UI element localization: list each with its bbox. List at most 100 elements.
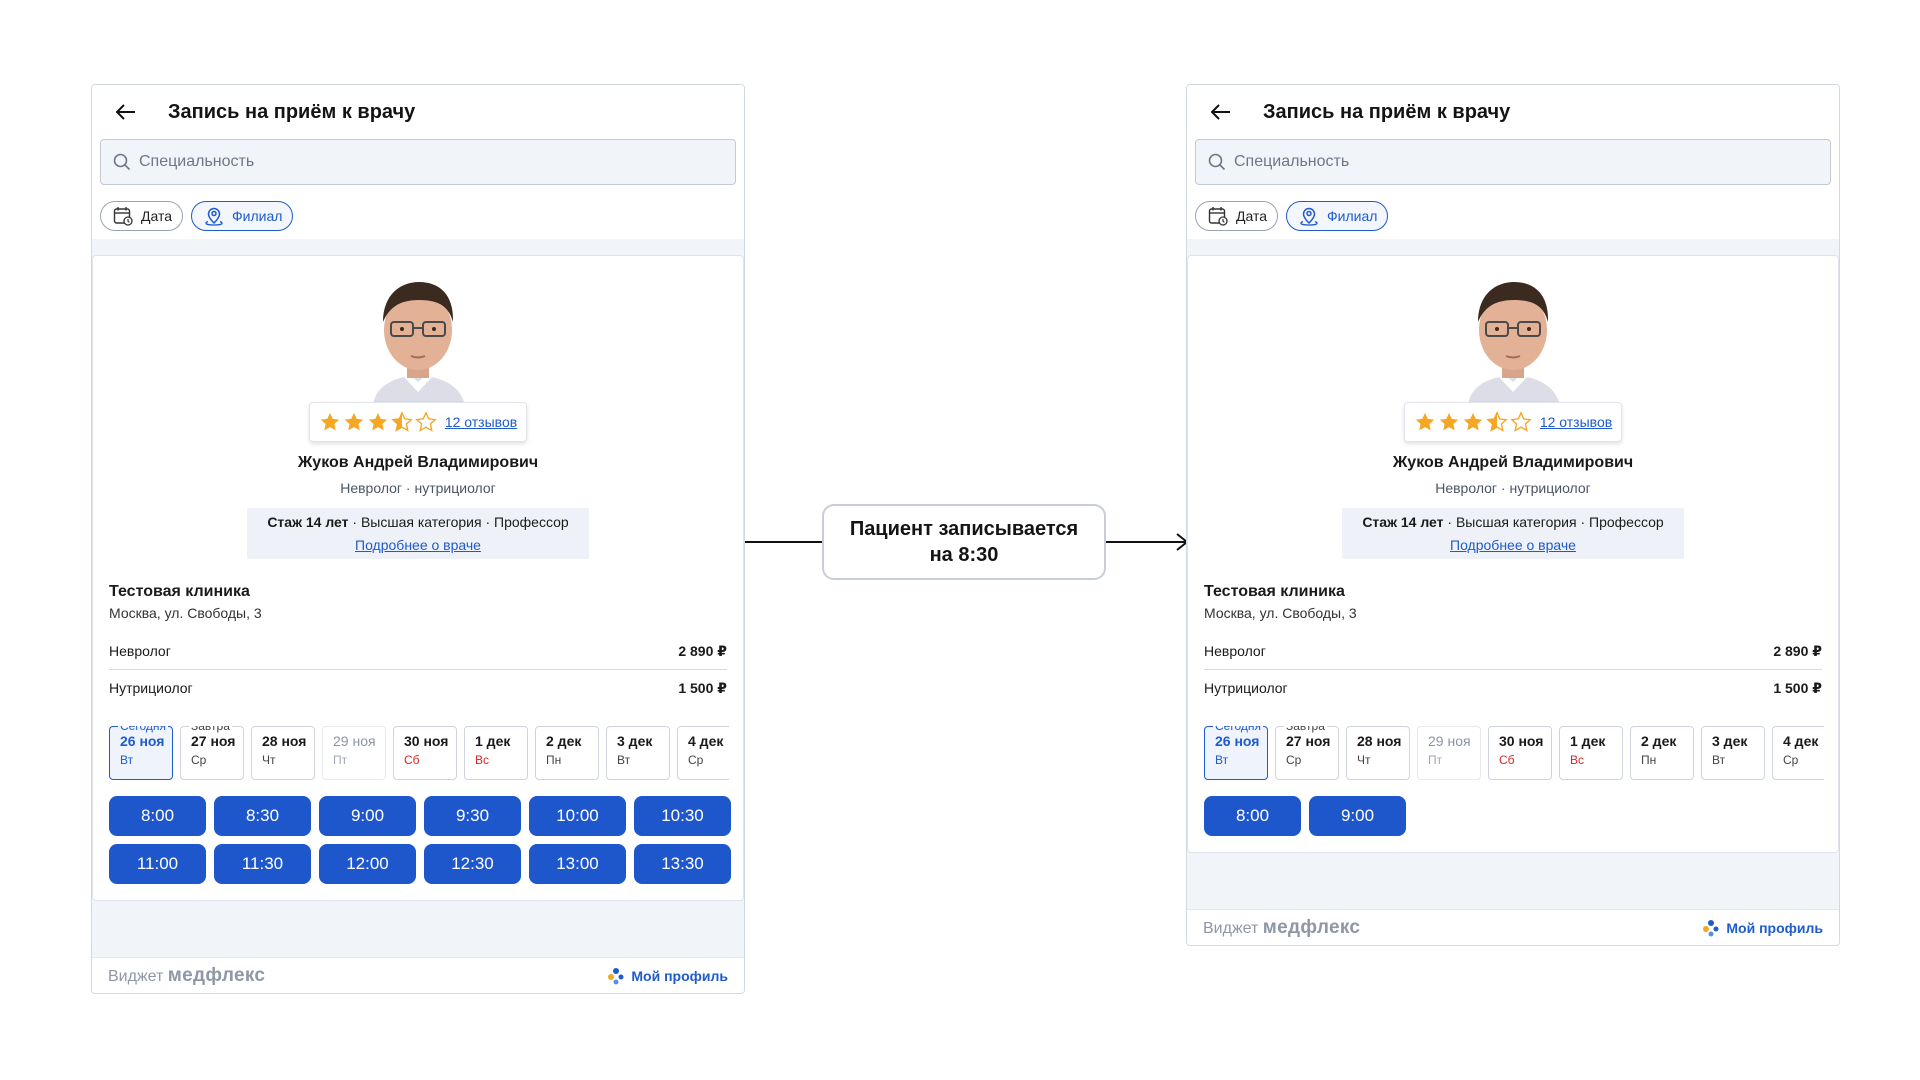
time-slot-button[interactable]: 10:30 <box>634 796 731 836</box>
back-arrow-icon[interactable] <box>106 92 146 132</box>
widget-label: Виджет медфлекс <box>1203 917 1360 939</box>
date-label: 3 дек <box>617 733 653 749</box>
doctor-details-link[interactable]: Подробнее о враче <box>355 537 481 553</box>
date-chip[interactable]: 2 дек Пн <box>1630 726 1694 780</box>
rating-stars <box>1414 411 1532 433</box>
star-full-icon <box>1415 412 1434 431</box>
time-slot-button[interactable]: 13:30 <box>634 844 731 884</box>
branch-filter-label: Филиал <box>1327 208 1378 224</box>
weekday-label: Сб <box>404 753 420 767</box>
my-profile-label: Мой профиль <box>631 967 728 984</box>
date-chip: 29 ноя Пт <box>1417 726 1481 780</box>
time-slot-button[interactable]: 8:30 <box>214 796 311 836</box>
time-slot-button[interactable]: 13:00 <box>529 844 626 884</box>
reviews-link[interactable]: 12 отзывов <box>445 414 517 430</box>
date-chip[interactable]: Сегодня 26 ноя Вт <box>109 726 173 780</box>
widget-footer: Виджет медфлекс Мой профиль <box>1187 909 1839 945</box>
date-label: 26 ноя <box>1215 733 1260 749</box>
time-slot-button[interactable]: 9:00 <box>1309 796 1406 836</box>
date-chip[interactable]: 28 ноя Чт <box>251 726 315 780</box>
date-chip[interactable]: 1 дек Вс <box>1559 726 1623 780</box>
clinic-info: Тестовая клиника Москва, ул. Свободы, 3 <box>93 583 743 621</box>
weekday-label: Пн <box>546 753 562 767</box>
date-chip[interactable]: Завтра 27 ноя Ср <box>1275 726 1339 780</box>
search-field[interactable] <box>100 139 736 185</box>
date-chip[interactable]: 2 дек Пн <box>535 726 599 780</box>
date-tag: Сегодня <box>1213 726 1263 733</box>
service-row: Нутрициолог 1 500 ₽ <box>1188 670 1838 706</box>
star-full-icon <box>320 412 339 431</box>
rating-box: 12 отзывов <box>309 402 527 442</box>
date-chip[interactable]: 30 ноя Сб <box>393 726 457 780</box>
date-chip[interactable]: 4 дек Ср <box>677 726 729 780</box>
widget-header: Запись на приём к врачу Дата Филиал <box>92 85 744 239</box>
my-profile-link[interactable]: Мой профиль <box>607 967 728 985</box>
location-pin-icon <box>1300 207 1318 226</box>
date-chip[interactable]: 30 ноя Сб <box>1488 726 1552 780</box>
reviews-link[interactable]: 12 отзывов <box>1540 414 1612 430</box>
time-slot-button[interactable]: 8:00 <box>109 796 206 836</box>
my-profile-link[interactable]: Мой профиль <box>1702 919 1823 937</box>
weekday-label: Пт <box>1428 753 1443 767</box>
time-slot-button[interactable]: 11:00 <box>109 844 206 884</box>
date-tag: Завтра <box>189 726 232 733</box>
date-chip[interactable]: 3 дек Вт <box>606 726 670 780</box>
widget-label: Виджет медфлекс <box>108 965 265 987</box>
date-label: 2 дек <box>1641 733 1677 749</box>
star-empty-icon <box>1510 411 1532 432</box>
star-half-icon <box>391 411 413 432</box>
date-label: 26 ноя <box>120 733 165 749</box>
clinic-info: Тестовая клиника Москва, ул. Свободы, 3 <box>1188 583 1838 621</box>
date-chip: 29 ноя Пт <box>322 726 386 780</box>
date-chip[interactable]: 28 ноя Чт <box>1346 726 1410 780</box>
time-slot-button[interactable]: 12:30 <box>424 844 521 884</box>
callout-line-2: на 8:30 <box>929 544 999 566</box>
doctor-details-link[interactable]: Подробнее о враче <box>1450 537 1576 553</box>
date-chip[interactable]: 4 дек Ср <box>1772 726 1824 780</box>
date-chip[interactable]: Сегодня 26 ноя Вт <box>1204 726 1268 780</box>
service-name: Невролог <box>1204 643 1266 659</box>
time-slot-button[interactable]: 9:30 <box>424 796 521 836</box>
time-slot-button[interactable]: 11:30 <box>214 844 311 884</box>
date-filter-chip[interactable]: Дата <box>1195 201 1279 231</box>
branch-filter-chip[interactable]: Филиал <box>1286 201 1389 231</box>
date-chip[interactable]: 1 дек Вс <box>464 726 528 780</box>
date-label: 29 ноя <box>1428 733 1471 749</box>
widget-label-text: Виджет <box>1203 919 1259 937</box>
service-name: Невролог <box>109 643 171 659</box>
date-filter-label: Дата <box>1236 208 1268 224</box>
date-label: 28 ноя <box>1357 733 1402 749</box>
weekday-label: Вс <box>475 753 490 767</box>
date-label: 3 дек <box>1712 733 1748 749</box>
rating-box: 12 отзывов <box>1404 402 1622 442</box>
date-filter-chip[interactable]: Дата <box>100 201 184 231</box>
date-label: 27 ноя <box>191 733 236 749</box>
profile-dots-icon <box>1703 919 1719 936</box>
service-price: 1 500 ₽ <box>678 679 727 696</box>
branch-filter-chip[interactable]: Филиал <box>191 201 294 231</box>
star-half-icon <box>1486 411 1508 432</box>
search-field[interactable] <box>1195 139 1831 185</box>
profile-dots-icon <box>608 967 624 984</box>
doctor-name: Жуков Андрей Владимирович <box>1392 454 1634 471</box>
doctor-photo <box>1448 274 1578 406</box>
weekday-label: Ср <box>688 753 704 767</box>
weekday-label: Ср <box>1286 753 1302 767</box>
time-slot-button[interactable]: 12:00 <box>319 844 416 884</box>
doctor-card: 12 отзывов Жуков Андрей Владимирович Нев… <box>92 255 744 901</box>
time-slot-button[interactable]: 8:00 <box>1204 796 1301 836</box>
clinic-name: Тестовая клиника <box>109 583 250 600</box>
date-tag: Завтра <box>1284 726 1327 733</box>
time-slot-button[interactable]: 10:00 <box>529 796 626 836</box>
time-slot-button[interactable]: 9:00 <box>319 796 416 836</box>
date-label: 30 ноя <box>1499 733 1544 749</box>
date-label: 30 ноя <box>404 733 449 749</box>
search-input[interactable] <box>139 153 699 171</box>
back-arrow-icon[interactable] <box>1201 92 1241 132</box>
star-full-icon <box>368 412 387 431</box>
date-label: 4 дек <box>688 733 724 749</box>
date-chip[interactable]: 3 дек Вт <box>1701 726 1765 780</box>
date-chip[interactable]: Завтра 27 ноя Ср <box>180 726 244 780</box>
star-full-icon <box>344 412 363 431</box>
search-input[interactable] <box>1234 153 1794 171</box>
